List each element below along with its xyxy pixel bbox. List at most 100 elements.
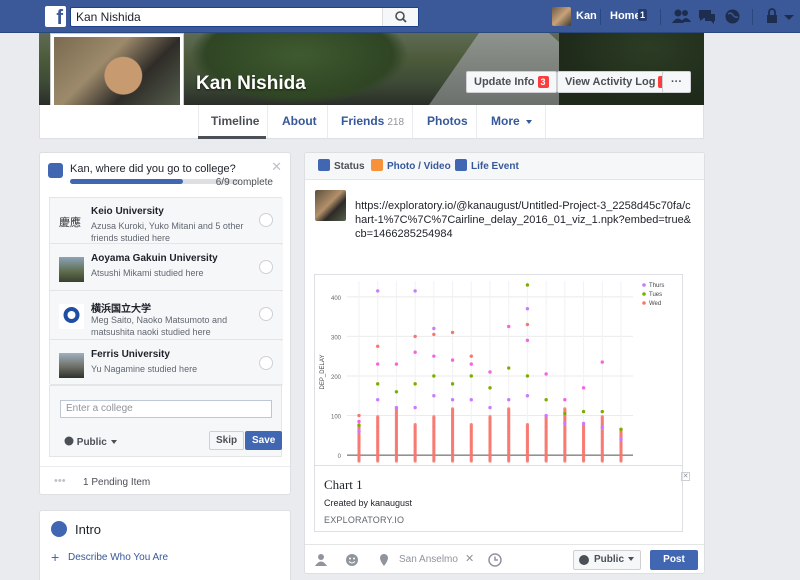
data-point [469, 397, 473, 402]
preview-title: Chart 1 [324, 477, 363, 492]
plus-icon: + [51, 549, 60, 565]
list-item[interactable]: 慶應 Keio University Azusa Kuroki, Yuko Mi… [50, 198, 283, 244]
legend-label: Tues [649, 292, 662, 298]
college-name[interactable]: 横浜国立大学 [91, 300, 151, 315]
scatter-chart: 0 100 200 300 400 DEP_DELAY Thurs Tues Wed [320, 281, 664, 463]
data-point [525, 423, 530, 427]
skip-button[interactable]: Skip [209, 431, 245, 450]
tab-timeline[interactable]: Timeline [211, 105, 259, 138]
data-point [376, 289, 380, 293]
view-activity-log-button[interactable]: View Activity Log1 [557, 71, 678, 93]
search-button[interactable] [382, 8, 418, 26]
tab-status[interactable]: Status [334, 161, 365, 172]
list-item[interactable]: Aoyama Gakuin University Atsushi Mikami … [50, 245, 283, 291]
update-info-button[interactable]: Update Info 3 [466, 71, 557, 93]
data-point [600, 409, 604, 414]
location-pin-icon[interactable] [377, 553, 391, 567]
college-radio[interactable] [259, 213, 273, 227]
data-point [450, 407, 455, 411]
divider [412, 105, 413, 138]
facebook-logo-icon[interactable]: f [45, 6, 66, 27]
pending-items[interactable]: ••• 1 Pending Item [40, 466, 290, 495]
college-radio[interactable] [259, 260, 273, 274]
data-point [507, 366, 511, 370]
remove-location-icon[interactable]: ✕ [465, 552, 474, 565]
list-item[interactable]: 横浜国立大学 Meg Saito, Naoko Matsumoto and ma… [50, 292, 283, 340]
home-link[interactable]: Home [610, 10, 641, 22]
user-name-link[interactable]: Kan [576, 10, 597, 22]
legend-label: Wed [649, 301, 661, 307]
data-point [563, 421, 567, 426]
data-point [413, 289, 417, 293]
college-name[interactable]: Aoyama Gakuin University [91, 253, 218, 264]
audience-selector[interactable]: Public [573, 550, 642, 570]
data-point [432, 354, 436, 358]
list-item[interactable]: Ferris University Yu Nagamine studied he… [50, 341, 283, 385]
close-icon[interactable]: ✕ [271, 159, 282, 175]
chevron-down-icon [628, 557, 635, 562]
profile-nav: Timeline About Friends 218 Photos More [39, 105, 704, 139]
college-input[interactable]: Enter a college [60, 400, 272, 418]
photo-icon [371, 159, 383, 171]
audience-dropdown[interactable]: Public [64, 436, 117, 448]
college-radio[interactable] [259, 356, 273, 370]
search-box [70, 7, 419, 27]
top-bar: f Kan Home 1 [0, 0, 800, 33]
tab-photo-video[interactable]: Photo / Video [387, 161, 451, 172]
privacy-lock-icon[interactable] [765, 8, 779, 25]
data-point [600, 415, 604, 419]
college-question: Kan, where did you go to college? [70, 163, 236, 175]
feeling-icon[interactable] [345, 553, 359, 567]
y-axis-label: DEP_DELAY [320, 355, 326, 390]
legend-swatch [642, 292, 646, 296]
tab-more[interactable]: More [491, 105, 532, 138]
tag-friends-icon[interactable] [315, 553, 329, 567]
college-name[interactable]: Keio University [91, 206, 164, 217]
user-avatar[interactable] [552, 7, 571, 26]
composer-tabs: Status Photo / Video Life Event [305, 153, 704, 180]
describe-link[interactable]: Describe Who You Are [68, 552, 168, 563]
messages-icon[interactable] [697, 8, 717, 25]
college-name[interactable]: Ferris University [91, 349, 170, 360]
globe-notifications-icon[interactable] [724, 8, 741, 25]
graduation-cap-icon [48, 163, 63, 178]
college-friends: Yu Nagamine studied here [91, 364, 198, 374]
audience-label: Public [594, 554, 625, 565]
tab-life-event[interactable]: Life Event [471, 161, 519, 172]
search-input[interactable] [71, 8, 381, 26]
more-options-button[interactable]: ··· [662, 71, 691, 93]
college-radio[interactable] [259, 307, 273, 321]
profile-name[interactable]: Kan Nishida [196, 73, 306, 95]
search-icon [395, 11, 407, 23]
progress-text: 6/9 complete [215, 177, 273, 188]
data-point [488, 415, 492, 419]
friend-requests-icon[interactable] [671, 8, 691, 25]
data-point [563, 407, 567, 411]
activity-log-label: View Activity Log [565, 76, 656, 88]
save-button[interactable]: Save [245, 431, 283, 450]
tab-about[interactable]: About [282, 105, 317, 138]
divider [752, 9, 753, 25]
data-point [469, 423, 473, 427]
college-friends: Atsushi Mikami studied here [91, 268, 204, 278]
data-point [450, 397, 455, 402]
data-point [432, 332, 436, 337]
data-point [619, 427, 623, 432]
data-point [450, 382, 455, 386]
remove-preview-icon[interactable]: ✕ [681, 472, 690, 481]
post-textarea[interactable]: https://exploratory.io/@kanaugust/Untitl… [355, 199, 695, 241]
keio-logo: 慶應 [59, 216, 81, 229]
data-point [600, 360, 604, 364]
link-preview[interactable]: 0 100 200 300 400 DEP_DELAY Thurs Tues Wed Chart… [314, 274, 683, 532]
account-menu-icon[interactable] [782, 8, 796, 25]
data-point [525, 306, 530, 311]
location-text[interactable]: San Anselmo [399, 554, 458, 565]
data-point [507, 324, 511, 329]
intro-title: Intro [75, 522, 102, 537]
tab-friends[interactable]: Friends 218 [341, 105, 404, 138]
data-point [581, 409, 586, 414]
clock-icon[interactable] [488, 553, 502, 567]
post-button[interactable]: Post [650, 550, 698, 570]
tab-photos[interactable]: Photos [427, 105, 468, 138]
data-point [432, 415, 436, 419]
